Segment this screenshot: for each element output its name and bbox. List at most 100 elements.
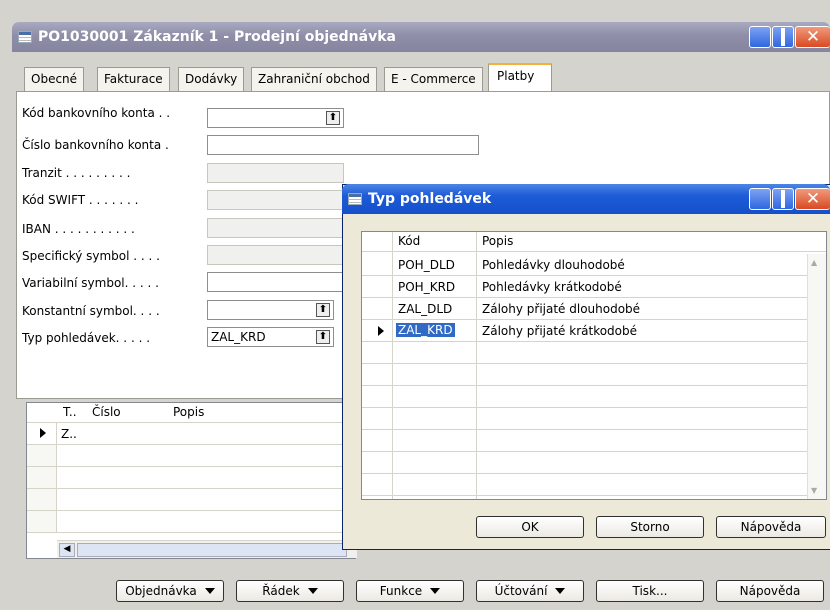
dialog-napoveda-label: Nápověda <box>740 520 802 534</box>
maximize-icon <box>781 193 785 206</box>
lookup-icon[interactable]: ⬆ <box>316 303 330 317</box>
objednavka-button[interactable]: Objednávka <box>116 580 224 602</box>
variabilni-symbol-field[interactable] <box>207 272 344 292</box>
table-row[interactable]: ZAL_DLD Zálohy přijaté dlouhodobé <box>362 298 807 320</box>
uctovani-label: Účtování <box>494 584 548 598</box>
main-titlebar: PO1030001 Zákazník 1 - Prodejní objednáv… <box>12 22 830 52</box>
dialog-napoveda-button[interactable]: Nápověda <box>716 516 826 538</box>
header-popis: Popis <box>482 234 514 248</box>
napoveda-button[interactable]: Nápověda <box>716 580 824 602</box>
typ-pohledavek-value: ZAL_KRD <box>211 330 266 344</box>
table-row-selected[interactable]: ZAL_KRD Zálohy přijaté krátkodobé <box>362 320 807 342</box>
table-row[interactable]: POH_DLD Pohledávky dlouhodobé <box>362 254 807 276</box>
label-specificky-symbol: Specifický symbol . . . . <box>22 249 160 263</box>
popis-cell: Zálohy přijaté krátkodobé <box>482 324 638 338</box>
storno-button[interactable]: Storno <box>596 516 704 538</box>
kod-bankovniho-konta-field[interactable]: ⬆ <box>207 108 344 128</box>
label-iban: IBAN . . . . . . . . . . . <box>22 222 135 236</box>
lookup-icon[interactable]: ⬆ <box>326 111 340 125</box>
radek-label: Řádek <box>262 584 300 598</box>
lookup-icon[interactable]: ⬆ <box>316 330 330 344</box>
label-kod-swift: Kód SWIFT . . . . . . . <box>22 193 139 207</box>
window-icon <box>18 31 32 43</box>
table-row[interactable] <box>362 408 807 430</box>
dialog-close-button[interactable]: ✕ <box>795 188 830 210</box>
table-row[interactable] <box>27 445 355 467</box>
label-konstantni-symbol: Konstantní symbol. . . . <box>22 304 160 318</box>
dialog-grid[interactable]: Kód Popis POH_DLD Pohledávky dlouhodobé P… <box>361 231 827 500</box>
table-row[interactable] <box>27 489 355 511</box>
table-row[interactable] <box>362 452 807 474</box>
lines-header-cislo: Číslo <box>92 405 121 419</box>
tab-platby[interactable]: Platby <box>488 63 552 92</box>
line-type-cell: Z.. <box>61 427 77 441</box>
dropdown-arrow-icon <box>204 588 215 594</box>
scroll-thumb[interactable] <box>77 543 347 557</box>
lines-header-popis: Popis <box>173 405 205 419</box>
close-button[interactable]: ✕ <box>795 26 830 48</box>
scroll-left-icon[interactable]: ◀ <box>59 543 75 557</box>
minimize-button[interactable] <box>749 26 771 48</box>
dialog-window-icon <box>348 193 362 205</box>
table-row[interactable] <box>362 386 807 408</box>
kod-cell: ZAL_DLD <box>398 302 453 316</box>
tab-dodavky[interactable]: Dodávky <box>178 67 245 91</box>
kod-swift-field <box>207 190 344 210</box>
maximize-button[interactable] <box>772 26 794 48</box>
napoveda-label: Nápověda <box>739 584 801 598</box>
funkce-button[interactable]: Funkce <box>356 580 464 602</box>
table-row[interactable] <box>362 430 807 452</box>
horizontal-scrollbar[interactable]: ◀ <box>57 540 357 558</box>
tab-e-commerce[interactable]: E - Commerce <box>384 67 483 91</box>
popis-cell: Pohledávky dlouhodobé <box>482 258 625 272</box>
table-row[interactable] <box>362 474 807 496</box>
row-pointer-icon <box>40 428 46 438</box>
konstantni-symbol-field[interactable]: ⬆ <box>207 300 334 320</box>
label-cislo-bankovniho-konta: Číslo bankovního konta . <box>22 138 169 152</box>
tab-fakturace[interactable]: Fakturace <box>97 67 170 91</box>
kod-cell: ZAL_KRD <box>396 323 455 337</box>
lines-header-t: T.. <box>63 405 77 419</box>
main-window-title: PO1030001 Zákazník 1 - Prodejní objednáv… <box>38 29 396 45</box>
lines-header: T.. Číslo Popis <box>27 403 355 423</box>
maximize-icon <box>781 31 785 44</box>
dialog-minimize-button[interactable] <box>749 188 771 210</box>
ok-button[interactable]: OK <box>476 516 584 538</box>
tisk-button[interactable]: Tisk... <box>596 580 704 602</box>
popis-cell: Pohledávky krátkodobé <box>482 280 622 294</box>
label-kod-bankovniho-konta: Kód bankovního konta . . <box>22 106 171 120</box>
tab-obecne[interactable]: Obecné <box>24 67 85 91</box>
close-icon: ✕ <box>805 26 821 47</box>
table-row[interactable] <box>27 511 355 533</box>
radek-button[interactable]: Řádek <box>236 580 344 602</box>
cislo-bankovniho-konta-field[interactable] <box>207 135 479 155</box>
popis-cell: Zálohy přijaté dlouhodobé <box>482 302 641 316</box>
specificky-symbol-field <box>207 245 344 265</box>
table-row[interactable] <box>362 364 807 386</box>
table-row[interactable]: POH_KRD Pohledávky krátkodobé <box>362 276 807 298</box>
table-row[interactable] <box>362 342 807 364</box>
tisk-label: Tisk... <box>632 584 668 598</box>
scroll-down-icon[interactable]: ▼ <box>811 486 817 495</box>
row-pointer-icon <box>378 326 384 336</box>
table-row[interactable] <box>27 467 355 489</box>
dropdown-arrow-icon <box>307 588 318 594</box>
typ-pohledavek-field[interactable]: ZAL_KRD ⬆ <box>207 327 334 347</box>
scroll-up-icon[interactable]: ▲ <box>811 258 817 267</box>
kod-cell: POH_KRD <box>398 280 456 294</box>
storno-label: Storno <box>630 520 670 534</box>
tranzit-field <box>207 163 344 183</box>
ok-label: OK <box>521 520 539 534</box>
dropdown-arrow-icon <box>555 588 566 594</box>
tab-zahranicni-obchod[interactable]: Zahraniční obchod <box>251 67 377 91</box>
dialog-grid-header: Kód Popis <box>362 232 826 252</box>
header-kod: Kód <box>398 234 421 248</box>
dialog-title: Typ pohledávek <box>368 191 492 207</box>
uctovani-button[interactable]: Účtování <box>476 580 584 602</box>
table-row[interactable]: Z.. <box>27 423 355 445</box>
lines-grid[interactable]: T.. Číslo Popis Z.. ◀ <box>26 402 357 559</box>
vertical-scrollbar[interactable]: ▲ ▼ <box>807 254 826 499</box>
label-tranzit: Tranzit . . . . . . . . . <box>22 166 131 180</box>
label-typ-pohledavek: Typ pohledávek. . . . . <box>22 331 151 345</box>
dialog-maximize-button[interactable] <box>772 188 794 210</box>
